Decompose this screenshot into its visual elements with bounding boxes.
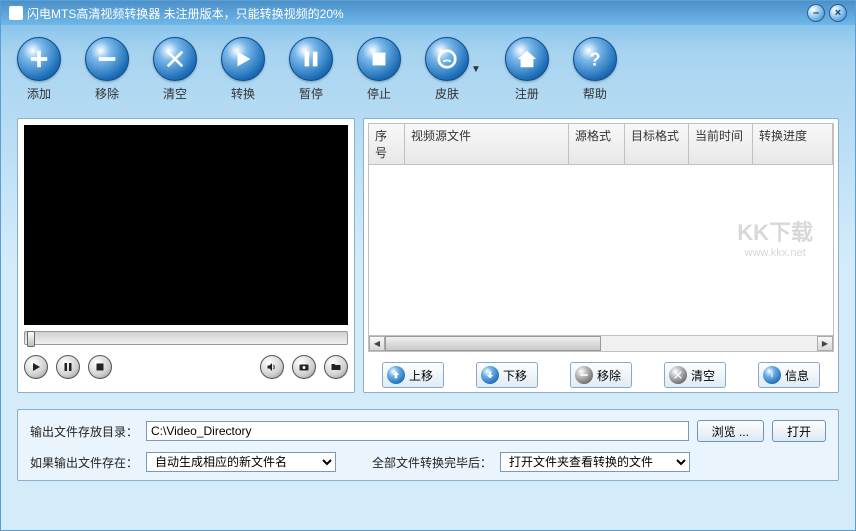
pause-button[interactable]: 暂停 — [289, 37, 333, 102]
list-clear-button[interactable]: 清空 — [664, 362, 726, 388]
volume-button[interactable] — [260, 355, 284, 379]
folder-button[interactable] — [324, 355, 348, 379]
skin-button[interactable]: 皮肤 — [425, 37, 469, 102]
scroll-left-arrow[interactable]: ◀ — [369, 336, 385, 351]
output-settings: 输出文件存放目录： 浏览 ... 打开 如果输出文件存在： 自动生成相应的新文件… — [17, 409, 839, 481]
watermark: KK下载 www.kkx.net — [737, 215, 813, 259]
seek-slider[interactable] — [24, 331, 348, 345]
play-icon — [30, 361, 42, 373]
register-label: 注册 — [515, 85, 539, 102]
th-dstformat[interactable]: 目标格式 — [625, 124, 689, 164]
plus-icon — [28, 48, 50, 70]
move-down-button[interactable]: 下移 — [476, 362, 538, 388]
output-dir-input[interactable] — [146, 421, 689, 441]
scroll-right-arrow[interactable]: ▶ — [817, 336, 833, 351]
th-index[interactable]: 序号 — [369, 124, 405, 164]
video-preview — [24, 125, 348, 325]
after-label: 全部文件转换完毕后： — [372, 454, 492, 471]
snapshot-button[interactable] — [292, 355, 316, 379]
exists-label: 如果输出文件存在： — [30, 454, 138, 471]
add-button[interactable]: 添加 — [17, 37, 61, 102]
help-label: 帮助 — [583, 85, 607, 102]
preview-panel — [17, 118, 355, 393]
minus-icon — [579, 370, 589, 380]
player-pause-button[interactable] — [56, 355, 80, 379]
skin-label: 皮肤 — [435, 85, 459, 102]
info-icon: i — [767, 370, 777, 380]
camera-icon — [298, 361, 310, 373]
pause-label: 暂停 — [299, 85, 323, 102]
remove-label: 移除 — [95, 85, 119, 102]
remove-button[interactable]: 移除 — [85, 37, 129, 102]
help-icon: ? — [584, 48, 606, 70]
table-header: 序号 视频源文件 源格式 目标格式 当前时间 转换进度 — [369, 124, 833, 165]
svg-text:i: i — [771, 371, 773, 380]
x-icon — [673, 370, 683, 380]
exists-select[interactable]: 自动生成相应的新文件名 — [146, 452, 336, 472]
list-actions: 上移 下移 移除 清空 i 信息 — [368, 362, 834, 388]
clear-label: 清空 — [163, 85, 187, 102]
chevron-down-icon[interactable]: ▼ — [471, 64, 481, 75]
player-play-button[interactable] — [24, 355, 48, 379]
add-label: 添加 — [27, 85, 51, 102]
minimize-button[interactable]: – — [807, 4, 825, 22]
skin-icon — [436, 48, 458, 70]
pause-icon — [62, 361, 74, 373]
stop-icon — [94, 361, 106, 373]
table-body[interactable]: KK下载 www.kkx.net — [369, 165, 833, 335]
file-list-panel: 序号 视频源文件 源格式 目标格式 当前时间 转换进度 KK下载 www.kkx… — [363, 118, 839, 393]
convert-button[interactable]: 转换 — [221, 37, 265, 102]
svg-text:?: ? — [589, 48, 600, 69]
horizontal-scrollbar[interactable]: ◀ ▶ — [369, 335, 833, 351]
arrow-down-icon — [485, 370, 495, 380]
minus-icon — [96, 48, 118, 70]
main-toolbar: 添加 移除 清空 转换 暂停 停止 皮肤 ▼ — [1, 25, 855, 110]
after-select[interactable]: 打开文件夹查看转换的文件 — [500, 452, 690, 472]
stop-icon — [368, 48, 390, 70]
file-table: 序号 视频源文件 源格式 目标格式 当前时间 转换进度 KK下载 www.kkx… — [368, 123, 834, 352]
stop-label: 停止 — [367, 85, 391, 102]
speaker-icon — [266, 361, 278, 373]
clear-button[interactable]: 清空 — [153, 37, 197, 102]
pause-icon — [300, 48, 322, 70]
th-source[interactable]: 视频源文件 — [405, 124, 569, 164]
th-curtime[interactable]: 当前时间 — [689, 124, 753, 164]
register-button[interactable]: 注册 — [505, 37, 549, 102]
arrow-up-icon — [391, 370, 401, 380]
th-srcformat[interactable]: 源格式 — [569, 124, 625, 164]
folder-icon — [330, 361, 342, 373]
titlebar: 闪电MTS高清视频转换器 未注册版本，只能转换视频的20% – × — [1, 1, 855, 25]
home-icon — [516, 48, 538, 70]
slider-thumb[interactable] — [27, 331, 35, 347]
browse-button[interactable]: 浏览 ... — [697, 420, 764, 442]
list-remove-button[interactable]: 移除 — [570, 362, 632, 388]
open-button[interactable]: 打开 — [772, 420, 826, 442]
help-button[interactable]: ? 帮助 — [573, 37, 617, 102]
convert-label: 转换 — [231, 85, 255, 102]
player-stop-button[interactable] — [88, 355, 112, 379]
output-dir-label: 输出文件存放目录： — [30, 423, 138, 440]
x-icon — [164, 48, 186, 70]
scroll-thumb[interactable] — [385, 336, 601, 351]
play-icon — [232, 48, 254, 70]
close-button[interactable]: × — [829, 4, 847, 22]
player-controls — [24, 355, 348, 379]
th-progress[interactable]: 转换进度 — [753, 124, 833, 164]
stop-button[interactable]: 停止 — [357, 37, 401, 102]
move-up-button[interactable]: 上移 — [382, 362, 444, 388]
info-button[interactable]: i 信息 — [758, 362, 820, 388]
window-title: 闪电MTS高清视频转换器 未注册版本，只能转换视频的20% — [27, 5, 344, 22]
app-icon — [9, 6, 23, 20]
